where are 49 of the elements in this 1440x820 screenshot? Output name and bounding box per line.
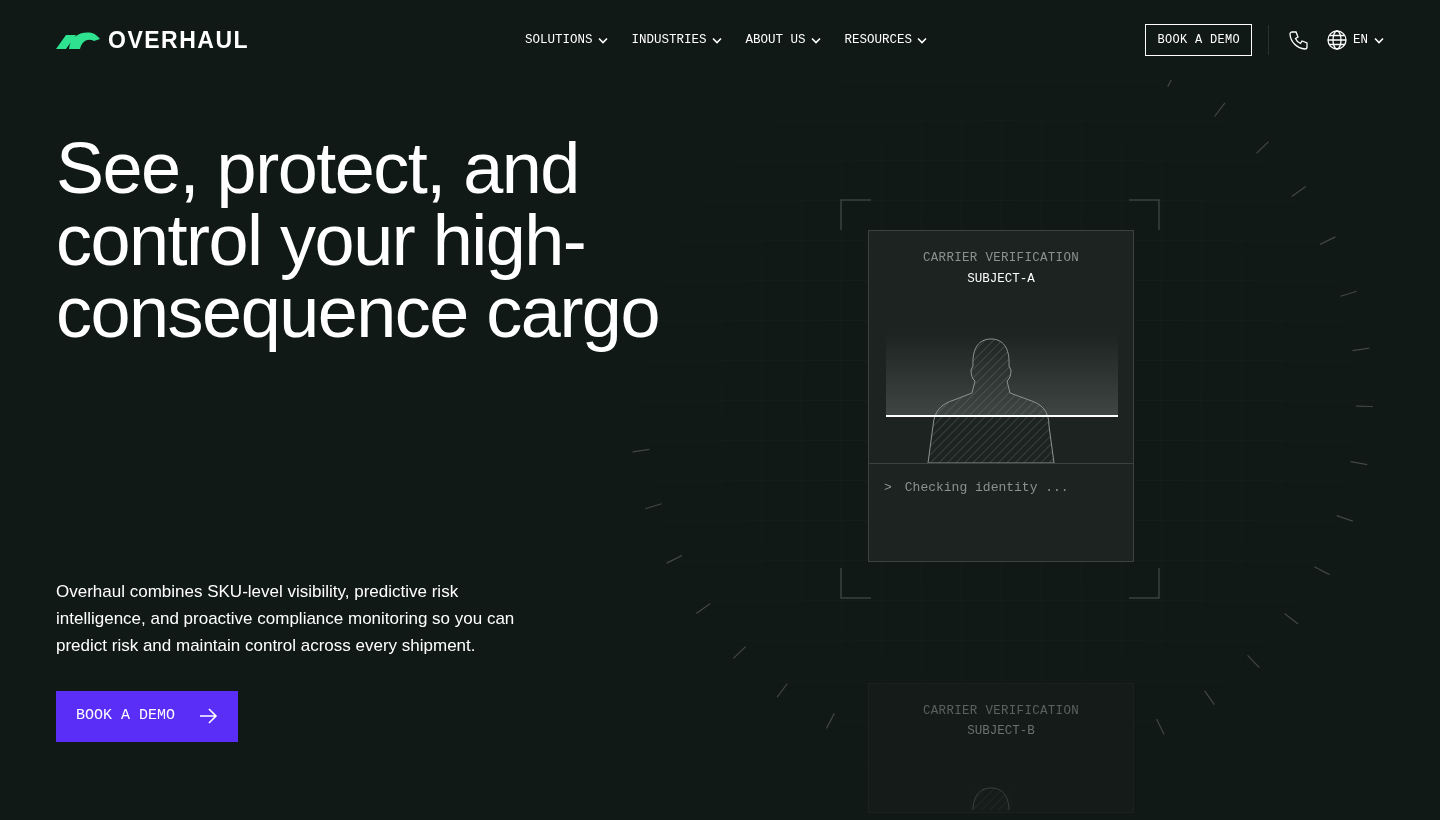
nav-menu-item[interactable]: INDUSTRIES [631,30,722,50]
tick-mark [632,448,651,453]
tick-mark [1313,566,1331,576]
tick-mark [1336,515,1354,522]
nav-menu-item[interactable]: SOLUTIONS [525,30,608,50]
tick-mark [1355,405,1374,408]
chevron-down-icon [917,36,928,44]
subject-label: SUBJECT-B [966,723,1036,741]
chevron-down-icon [1374,36,1384,44]
card-title: CARRIER VERIFICATION [922,702,1080,720]
identity-scan-drawing [969,785,1013,810]
chevron-down-icon [810,36,821,44]
tick-mark [732,646,747,659]
tick-mark [1255,141,1270,154]
corner-bracket [840,199,872,231]
nav-menu-item[interactable]: ABOUT US [745,30,821,50]
tick-mark [695,603,711,614]
book-demo-button[interactable]: BOOK A DEMO [56,691,239,742]
tick-mark [666,555,683,564]
prompt-symbol: > [884,478,892,497]
status-text: Checking identity ... [904,478,1069,497]
subject-label: SUBJECT-A [966,270,1036,288]
corner-bracket [840,567,872,599]
language-selector[interactable]: EN [1327,30,1384,50]
tick-mark [1339,290,1358,297]
chevron-down-icon [711,36,722,44]
phone-icon[interactable] [1288,29,1309,51]
tick-mark [1351,347,1370,352]
globe-icon [1327,30,1347,50]
tick-mark [1204,690,1215,706]
tick-mark [776,682,788,698]
tick-mark [825,712,835,730]
arrow-right-icon [199,707,219,726]
logo-text[interactable]: OVERHAUL [108,28,250,52]
tick-mark [1291,186,1307,197]
card-title: CARRIER VERIFICATION [922,250,1080,267]
tick-mark [1283,613,1299,625]
tick-mark [1214,102,1226,118]
tick-mark [1319,236,1336,245]
book-demo-button[interactable]: BOOK A DEMO [1145,24,1252,56]
tick-mark [1247,654,1260,669]
tick-mark [644,503,663,510]
hero-description: Overhaul combines SKU-level visibility, predictive risk intelligence, and proactive compliance monitoring so you can predict risk and maintain control across every shipment. [56,581,516,657]
nav-menu-item[interactable]: RESOURCES [844,30,928,50]
corner-bracket [1128,567,1160,599]
tick-mark [1350,461,1368,466]
chevron-down-icon [597,36,608,44]
corner-bracket [1128,199,1160,231]
tick-mark [1156,718,1165,735]
